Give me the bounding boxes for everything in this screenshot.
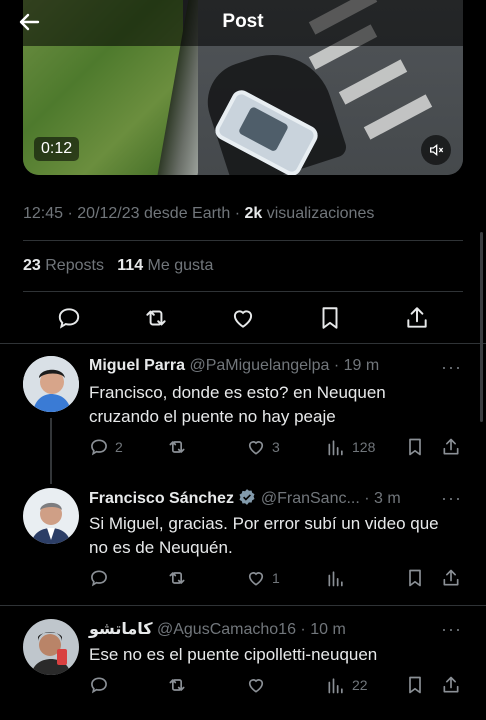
- reply-text: Francisco, donde es esto? en Neuquen cru…: [89, 383, 386, 426]
- like-icon[interactable]: 3: [246, 437, 280, 457]
- share-icon[interactable]: [441, 568, 461, 588]
- bookmark-icon[interactable]: [317, 305, 343, 331]
- volume-muted-icon[interactable]: [421, 135, 451, 165]
- reply-actions: 1: [89, 568, 464, 590]
- repost-icon[interactable]: [167, 675, 193, 695]
- reply-text: Si Miguel, gracias. Por error subí un vi…: [89, 514, 439, 557]
- bookmark-icon[interactable]: [405, 675, 425, 695]
- share-icon[interactable]: [404, 305, 430, 331]
- repost-icon[interactable]: [167, 568, 193, 588]
- more-icon[interactable]: ···: [441, 488, 462, 509]
- video-duration: 0:12: [34, 137, 80, 161]
- reply-header: Miguel Parra @PaMiguelangelpa · 19 m: [89, 357, 379, 375]
- bookmark-icon[interactable]: [405, 437, 425, 457]
- reply-text: Ese no es el puente cipolletti-neuquen: [89, 645, 378, 664]
- scrollbar[interactable]: [480, 232, 483, 422]
- post-action-bar: [23, 303, 463, 333]
- views-label: visualizaciones: [262, 205, 375, 222]
- author-name[interactable]: Miguel Parra: [89, 357, 185, 374]
- author-handle[interactable]: @AgusCamacho16: [153, 621, 296, 638]
- reply-time: · 3 m: [359, 490, 401, 507]
- reply-icon[interactable]: [89, 675, 115, 695]
- repost-icon[interactable]: [143, 305, 169, 331]
- post-meta: 12:45 · 20/12/23 desde Earth · 2k visual…: [23, 205, 374, 223]
- likes-label[interactable]: Me gusta: [143, 257, 214, 274]
- top-bar: Post: [0, 0, 486, 46]
- reply-actions: 22: [89, 675, 464, 697]
- views-icon[interactable]: 128: [326, 437, 375, 457]
- page-title: Post: [222, 11, 264, 32]
- like-icon[interactable]: [246, 675, 272, 695]
- like-icon[interactable]: [230, 305, 256, 331]
- author-name[interactable]: Francisco Sánchez: [89, 490, 234, 507]
- more-icon[interactable]: ···: [441, 357, 462, 378]
- reply-icon[interactable]: 2: [89, 437, 123, 457]
- reply-time: · 19 m: [329, 357, 380, 374]
- post-time: 12:45: [23, 205, 64, 222]
- divider: [23, 240, 463, 241]
- author-handle[interactable]: @PaMiguelangelpa: [185, 357, 329, 374]
- reply-count: 2: [115, 439, 123, 455]
- reply-header: Francisco Sánchez @FranSanc... · 3 m: [89, 488, 401, 511]
- like-count: 3: [272, 439, 280, 455]
- repost-icon[interactable]: [167, 437, 193, 457]
- bookmark-icon[interactable]: [405, 568, 425, 588]
- divider: [0, 343, 486, 344]
- divider: [23, 291, 463, 292]
- post-stats: 23 Reposts 114 Me gusta: [23, 257, 213, 275]
- like-icon[interactable]: 1: [246, 568, 280, 588]
- post-date: · 20/12/23 desde Earth ·: [63, 205, 245, 222]
- reply-header: كاماتشو @AgusCamacho16 · 10 m: [89, 619, 346, 639]
- reply-time: · 10 m: [295, 621, 346, 638]
- reply-actions: 2 3 128: [89, 437, 464, 459]
- share-icon[interactable]: [441, 675, 461, 695]
- views-icon[interactable]: 22: [326, 675, 368, 695]
- reposts-count[interactable]: 23: [23, 257, 41, 274]
- views-count: 22: [352, 677, 368, 693]
- reply-icon[interactable]: [56, 305, 82, 331]
- divider: [0, 605, 486, 606]
- likes-count[interactable]: 114: [117, 257, 143, 274]
- verified-badge-icon: [238, 488, 256, 511]
- views-count: 128: [352, 439, 376, 455]
- author-handle[interactable]: @FranSanc...: [256, 490, 360, 507]
- like-count: 1: [272, 570, 280, 586]
- more-icon[interactable]: ···: [441, 619, 462, 640]
- reply-icon[interactable]: [89, 568, 115, 588]
- share-icon[interactable]: [441, 437, 461, 457]
- avatar[interactable]: [23, 356, 79, 412]
- views-icon[interactable]: [326, 568, 352, 588]
- reposts-label[interactable]: Reposts: [41, 257, 104, 274]
- avatar[interactable]: [23, 619, 79, 675]
- author-name[interactable]: كاماتشو: [89, 621, 153, 638]
- thread-line: [50, 418, 52, 484]
- avatar[interactable]: [23, 488, 79, 544]
- views-count[interactable]: 2k: [245, 205, 263, 222]
